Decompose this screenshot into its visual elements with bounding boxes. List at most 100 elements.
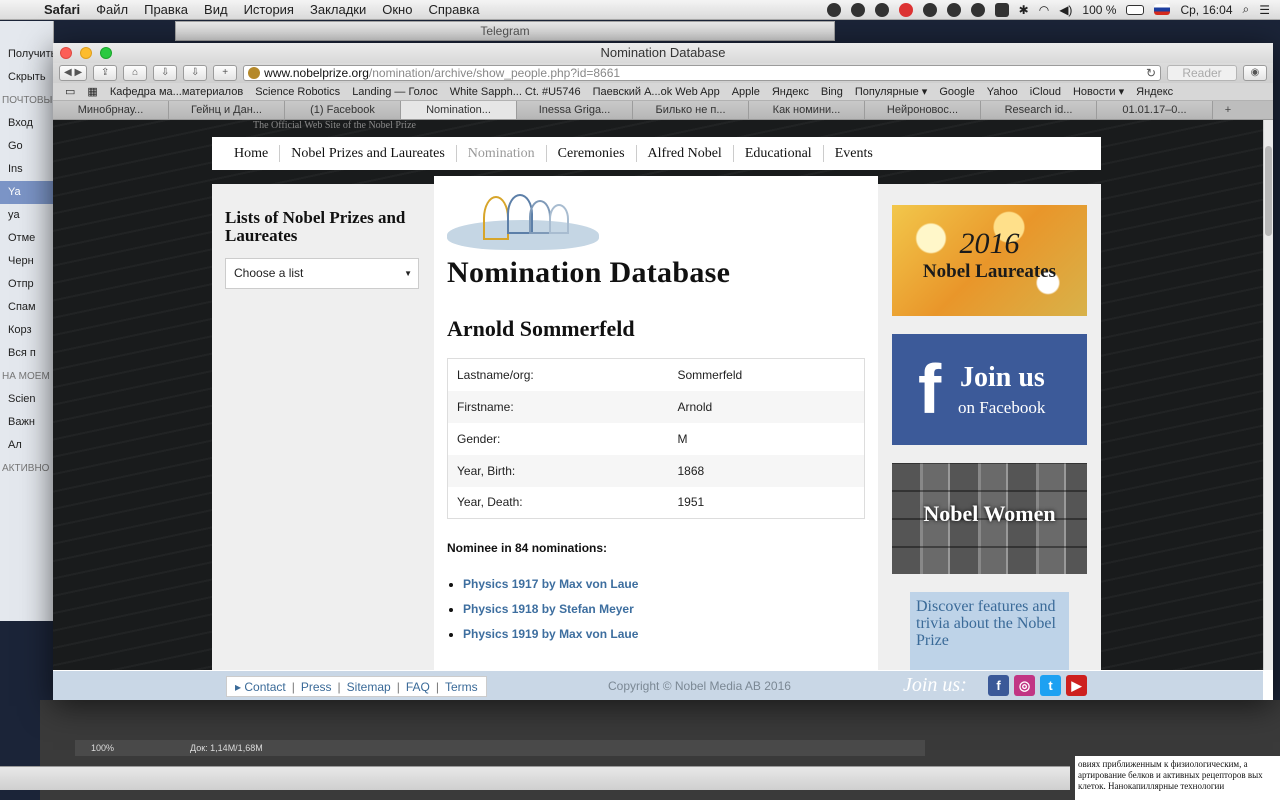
menu-bookmarks[interactable]: Закладки xyxy=(304,2,376,17)
bookmark-item[interactable]: Новости ▾ xyxy=(1067,85,1130,98)
bookmark-item[interactable]: Популярные ▾ xyxy=(849,85,933,98)
footer-sitemap-link[interactable]: Sitemap xyxy=(347,680,391,694)
browser-tab[interactable]: Research id... xyxy=(981,101,1097,119)
mail-item[interactable]: Спам xyxy=(0,296,53,319)
zoom-level[interactable]: 100% xyxy=(91,743,114,753)
nav-alfred-nobel[interactable]: Alfred Nobel xyxy=(637,145,734,162)
mail-item[interactable]: Scien xyxy=(0,388,53,411)
cloud-icon[interactable] xyxy=(850,2,865,17)
bookmark-item[interactable]: Science Robotics xyxy=(249,86,346,98)
discover-banner[interactable]: Discover features and trivia about the N… xyxy=(910,592,1069,670)
footer-contact-link[interactable]: ▸ Contact xyxy=(235,680,286,694)
browser-tab[interactable]: (1) Facebook xyxy=(285,101,401,119)
downloads-icon[interactable]: ◉ xyxy=(1243,65,1267,81)
mail-item[interactable]: Ya xyxy=(0,181,53,204)
clock[interactable]: Ср, 16:04 xyxy=(1180,3,1232,17)
mail-item[interactable]: Отме xyxy=(0,227,53,250)
laureates-2016-banner[interactable]: 2016 Nobel Laureates xyxy=(892,205,1087,316)
mail-item[interactable]: Черн xyxy=(0,250,53,273)
browser-tab-active[interactable]: Nomination... xyxy=(401,101,517,119)
mail-item[interactable]: ya xyxy=(0,204,53,227)
bookmark-item[interactable]: Google xyxy=(933,86,980,98)
status-icon[interactable] xyxy=(898,2,913,17)
footer-faq-link[interactable]: FAQ xyxy=(406,680,430,694)
minimize-button[interactable] xyxy=(80,47,92,59)
mail-item[interactable]: Корз xyxy=(0,319,53,342)
mail-item[interactable]: Вся п xyxy=(0,342,53,365)
browser-tab[interactable]: Нейроновос... xyxy=(865,101,981,119)
bookmark-item[interactable]: Bing xyxy=(815,86,849,98)
menu-list-icon[interactable]: ☰ xyxy=(1259,3,1270,17)
youtube-icon[interactable]: ▶ xyxy=(1066,675,1087,696)
menu-app[interactable]: Safari xyxy=(38,2,90,17)
zoom-button[interactable] xyxy=(100,47,112,59)
mail-item[interactable]: Скрыть xyxy=(0,66,53,89)
menu-file[interactable]: Файл xyxy=(90,2,138,17)
mail-item[interactable]: Ins xyxy=(0,158,53,181)
footer-terms-link[interactable]: Terms xyxy=(445,680,478,694)
skype-icon[interactable] xyxy=(922,2,937,17)
nav-educational[interactable]: Educational xyxy=(734,145,824,162)
twitter-icon[interactable]: t xyxy=(1040,675,1061,696)
reload-icon[interactable]: ↻ xyxy=(1146,66,1160,80)
search-icon[interactable]: ⌕ xyxy=(1243,2,1250,17)
scrollbar-thumb[interactable] xyxy=(1265,146,1272,236)
bookmark-item[interactable]: Кафедра ма...материалов xyxy=(104,86,249,98)
mail-item[interactable]: Важн xyxy=(0,411,53,434)
browser-tab[interactable]: Как номини... xyxy=(749,101,865,119)
nobel-women-banner[interactable]: Nobel Women xyxy=(892,463,1087,574)
status-icon[interactable] xyxy=(826,2,841,17)
browser-tab[interactable]: Билько не п... xyxy=(633,101,749,119)
nomination-link[interactable]: Physics 1919 by Max von Laue xyxy=(463,627,865,641)
bookmark-item[interactable]: Landing — Голос xyxy=(346,86,444,98)
page-scrollbar[interactable] xyxy=(1263,120,1273,670)
telegram-icon[interactable] xyxy=(970,2,985,17)
footer-press-link[interactable]: Press xyxy=(301,680,332,694)
menu-window[interactable]: Окно xyxy=(376,2,422,17)
page-viewport[interactable]: The Official Web Site of the Nobel Prize… xyxy=(53,120,1263,670)
grid-icon[interactable]: ▦ xyxy=(81,85,103,98)
mail-item[interactable]: Получить п xyxy=(0,43,53,66)
share-icon[interactable]: ⇪ xyxy=(93,65,118,81)
menu-view[interactable]: Вид xyxy=(198,2,238,17)
telegram-window[interactable]: Telegram xyxy=(175,21,835,41)
bookmark-item[interactable]: iCloud xyxy=(1024,86,1067,98)
status-icon[interactable] xyxy=(994,2,1009,17)
nav-home[interactable]: Home xyxy=(223,145,281,162)
mail-item[interactable]: Go xyxy=(0,135,53,158)
download-icon[interactable]: ⇩ xyxy=(153,65,178,81)
instagram-icon[interactable]: ◎ xyxy=(1014,675,1035,696)
mail-sidebar[interactable]: Получить п Скрыть ПОЧТОВЫ Вход Go Ins Ya… xyxy=(0,21,54,621)
bookmark-item[interactable]: Яндекс xyxy=(766,86,815,98)
nav-ceremonies[interactable]: Ceremonies xyxy=(547,145,637,162)
battery-text[interactable]: 100 % xyxy=(1082,3,1116,17)
bookmark-item[interactable]: Yahoo xyxy=(981,86,1024,98)
volume-icon[interactable]: ◀) xyxy=(1059,3,1072,17)
nav-prizes-laureates[interactable]: Nobel Prizes and Laureates xyxy=(280,145,457,162)
browser-tab[interactable]: Гейнц и Дан... xyxy=(169,101,285,119)
mail-item[interactable]: Отпр xyxy=(0,273,53,296)
mail-item[interactable]: Ал xyxy=(0,434,53,457)
facebook-banner[interactable]: f Join us on Facebook xyxy=(892,334,1087,445)
add-tab-button[interactable]: + xyxy=(213,65,238,81)
bookmark-item[interactable]: Apple xyxy=(726,86,766,98)
nomination-link[interactable]: Physics 1918 by Stefan Meyer xyxy=(463,602,865,616)
list-select[interactable]: Choose a list ▼ xyxy=(225,258,419,289)
menu-edit[interactable]: Правка xyxy=(138,2,198,17)
mail-item[interactable]: Вход xyxy=(0,112,53,135)
browser-tab[interactable]: Минобрнау... xyxy=(53,101,169,119)
browser-tab[interactable]: 01.01.17–0... xyxy=(1097,101,1213,119)
home-icon[interactable]: ⌂ xyxy=(123,65,148,81)
browser-tab[interactable]: Inessa Griga... xyxy=(517,101,633,119)
reading-list-icon[interactable]: ▭ xyxy=(59,85,81,98)
bookmark-item[interactable]: Паевский А...ok Web App xyxy=(587,86,726,98)
download-icon[interactable]: ⇩ xyxy=(183,65,208,81)
wifi-icon[interactable]: ◠ xyxy=(1039,3,1049,17)
status-icon[interactable] xyxy=(874,2,889,17)
facebook-icon[interactable]: f xyxy=(988,675,1009,696)
status-icon[interactable] xyxy=(946,2,961,17)
new-tab-button[interactable]: + xyxy=(1213,101,1243,119)
back-button[interactable]: ◀ ▶ xyxy=(59,65,88,81)
address-bar[interactable]: www.nobelprize.org /nomination/archive/s… xyxy=(243,65,1161,81)
bookmark-item[interactable]: Яндекс xyxy=(1130,86,1179,98)
